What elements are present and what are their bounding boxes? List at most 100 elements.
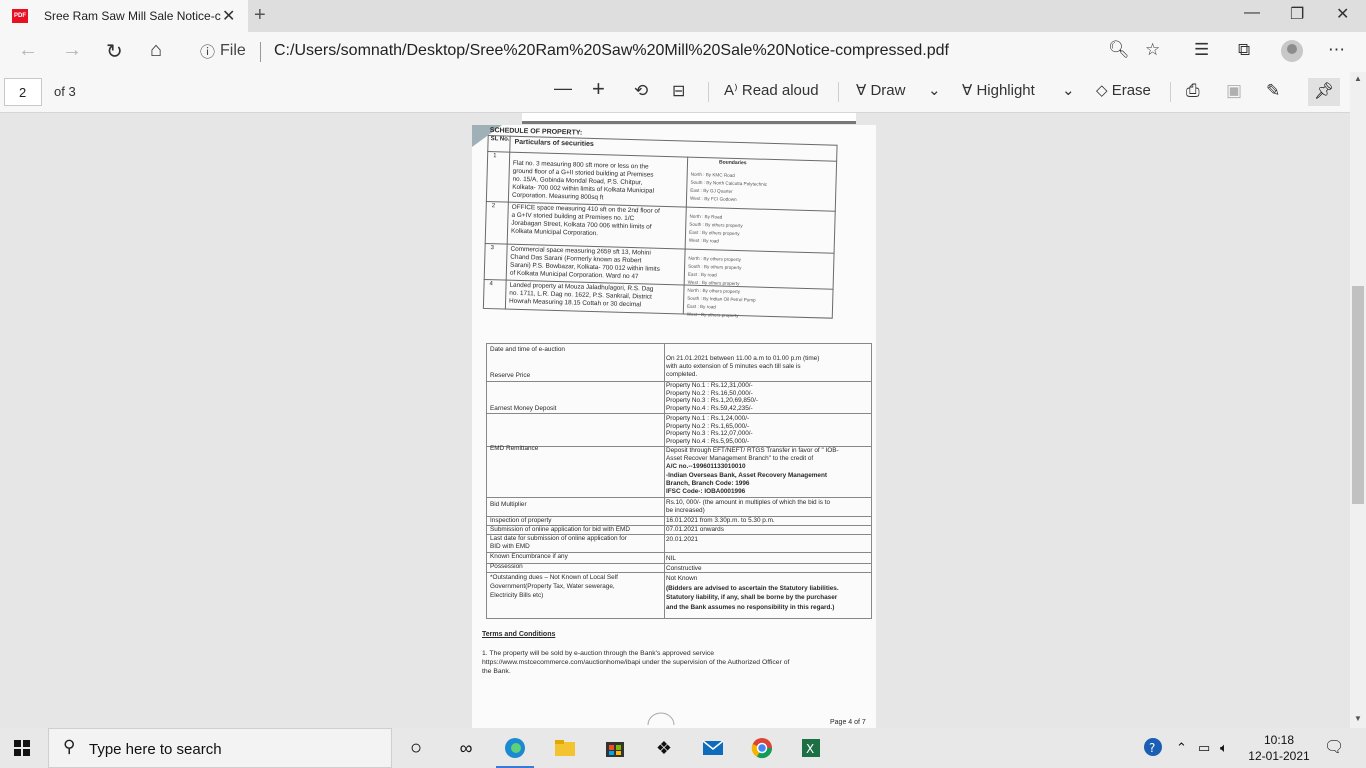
row-value-encumbrance: NIL (666, 555, 676, 562)
value-line: Not Known (666, 575, 698, 582)
minimize-icon[interactable]: — (1244, 4, 1260, 22)
property-3-bounds: North : By others property South : By ot… (688, 255, 742, 288)
sl-4: 4 (489, 281, 493, 288)
favorite-star-icon[interactable]: ☆ (1145, 40, 1160, 60)
more-menu-icon[interactable]: ⋯ (1328, 40, 1345, 60)
home-icon[interactable]: ⌂ (150, 39, 162, 62)
toolbar-divider (1170, 82, 1171, 102)
read-aloud-button[interactable]: A⁾ Read aloud (724, 81, 819, 99)
scroll-up-icon[interactable]: ▲ (1354, 74, 1362, 83)
erase-button[interactable]: ◇ Erase (1096, 81, 1151, 99)
save-as-icon[interactable]: ✎ (1266, 81, 1280, 101)
volume-icon[interactable]: 🔈︎ (1220, 740, 1228, 756)
value-line: Asset Recover Management Branch" to the … (666, 455, 814, 463)
help-icon[interactable]: ? (1143, 737, 1163, 760)
draw-button[interactable]: ∀ Draw (856, 81, 905, 99)
value-line: Property No.2 : Rs.16,50,000/- (666, 389, 753, 397)
boundary-line: West : By road (688, 237, 719, 244)
chrome-icon[interactable] (750, 736, 774, 760)
highlight-button[interactable]: ∀ Highlight (962, 81, 1035, 99)
zoom-search-icon[interactable]: 🔍︎ (1108, 40, 1130, 60)
vertical-scrollbar[interactable]: ▲ ▼ (1350, 72, 1366, 728)
highlight-icon: ∀ (962, 82, 977, 99)
restore-icon[interactable]: ❐ (1290, 4, 1304, 24)
highlight-label: Highlight (976, 82, 1035, 99)
zoom-out-icon[interactable]: — (554, 78, 572, 99)
previous-page-edge (522, 113, 856, 124)
zoom-in-icon[interactable]: + (592, 76, 605, 102)
page-number-input[interactable]: 2 (4, 78, 42, 106)
scanned-page: SCHEDULE OF PROPERTY: SL No. Particulars… (472, 125, 876, 728)
browser-tab[interactable]: PDF Sree Ram Saw Mill Sale Notice-c ✕ (0, 0, 248, 32)
col-sl: SL No. (490, 136, 510, 143)
value-line: Statutory liability, if any, shall be bo… (666, 594, 838, 602)
refresh-icon[interactable]: ↻ (106, 39, 123, 64)
back-icon[interactable]: ← (18, 39, 38, 62)
mail-icon[interactable] (701, 736, 725, 760)
boundary-line: West : By others property (686, 311, 739, 319)
info-icon[interactable]: ⓘ (200, 41, 215, 62)
row-value-emd: Property No.1 : Rs.1,24,000/- Property N… (666, 415, 753, 445)
col-boundaries: Boundaries (718, 159, 747, 167)
pdf-viewer[interactable]: SCHEDULE OF PROPERTY: SL No. Particulars… (0, 113, 1350, 728)
rotate-icon[interactable]: ⟲ (634, 81, 648, 101)
sl-3: 3 (490, 245, 494, 252)
row-label-submission: Submission of online application for bid… (490, 526, 630, 533)
url-field[interactable]: ⓘ File C:/Users/somnath/Desktop/Sree%20R… (192, 38, 1172, 66)
excel-icon[interactable]: X (799, 736, 823, 760)
terms-title: Terms and Conditions (482, 631, 556, 638)
dropbox-icon[interactable]: ❖ (652, 736, 676, 760)
property-1-text: Flat no. 3 measuring 800 sft more or les… (512, 160, 655, 204)
pdf-file-icon: PDF (12, 9, 28, 23)
highlight-dropdown-icon[interactable]: ⌄ (1062, 81, 1075, 99)
value-line: Property No.1 : Rs.12,31,000/- (666, 382, 753, 389)
taskbar-clock[interactable]: 10:18 12-01-2021 (1248, 732, 1310, 764)
label-line: Last date for submission of online appli… (490, 535, 627, 542)
terms-line: the Bank. (482, 668, 511, 675)
pin-toolbar-icon[interactable]: 📌︎ (1308, 78, 1340, 106)
value-line: Property No.3 : Rs.1,20,69,850/- (666, 397, 759, 405)
table-line (486, 413, 872, 414)
task-view-icon[interactable]: ○ (404, 736, 428, 760)
url-text[interactable]: C:/Users/somnath/Desktop/Sree%20Ram%20Sa… (274, 42, 949, 60)
draw-dropdown-icon[interactable]: ⌄ (928, 81, 941, 99)
print-icon[interactable]: ⎙ (1186, 81, 1200, 101)
tab-close-icon[interactable]: ✕ (222, 6, 235, 26)
value-line: completed. (666, 371, 698, 378)
value-line: be increased) (666, 507, 705, 515)
label-line: *Outstanding dues – Not Known of Local S… (490, 574, 618, 581)
value-line: Property No.1 : Rs.1,24,000/- (666, 415, 750, 422)
taskbar-search-box[interactable]: ⚲ Type here to search (48, 728, 392, 768)
edge-browser-icon[interactable] (503, 736, 527, 760)
row-value-bid-multiplier: Rs.10, 000/- (the amount in multiples of… (666, 499, 830, 515)
battery-icon[interactable]: ▭ (1198, 740, 1210, 756)
file-explorer-icon[interactable] (553, 736, 577, 760)
value-line: Property No.4 : Rs.59,42,235/- (666, 404, 753, 412)
terms-line: https://www.mstcecommerce.com/auctionhom… (482, 659, 790, 666)
favorites-list-icon[interactable]: ☰ (1194, 40, 1209, 60)
value-line: with auto extension of 5 minutes each ti… (666, 363, 801, 370)
window-close-icon[interactable]: ✕ (1336, 4, 1349, 24)
profile-avatar[interactable] (1281, 40, 1303, 62)
value-line: Deposit through EFT/NEFT/ RTGS Transfer … (666, 447, 839, 454)
read-aloud-label: Read aloud (741, 82, 819, 99)
property-4-text: Landed property at Mouza Jaladhulagori, … (509, 282, 653, 310)
infinity-app-icon[interactable]: ∞ (454, 736, 478, 760)
page-footer: Page 4 of 7 (830, 719, 866, 726)
pdf-page: SCHEDULE OF PROPERTY: SL No. Particulars… (472, 125, 876, 728)
new-tab-icon[interactable]: + (254, 4, 266, 27)
property-4-bounds: North : By others property South : By In… (687, 287, 756, 321)
property-2-bounds: North : By Road South : By others proper… (689, 213, 743, 246)
forward-icon[interactable]: → (62, 39, 82, 62)
tray-chevron-icon[interactable]: ⌃ (1176, 740, 1187, 756)
store-icon[interactable] (603, 736, 627, 760)
collections-icon[interactable]: ⧉ (1238, 40, 1250, 60)
windows-start-icon[interactable] (14, 740, 30, 756)
scroll-down-icon[interactable]: ▼ (1354, 714, 1362, 723)
save-icon[interactable]: ▣ (1226, 81, 1242, 101)
bank-seal-stamp (647, 712, 675, 725)
fit-page-icon[interactable]: ⊟ (672, 81, 685, 101)
notifications-icon[interactable]: 🗨︎ (1324, 737, 1344, 757)
scrollbar-thumb[interactable] (1352, 286, 1364, 504)
table-line (486, 497, 872, 498)
